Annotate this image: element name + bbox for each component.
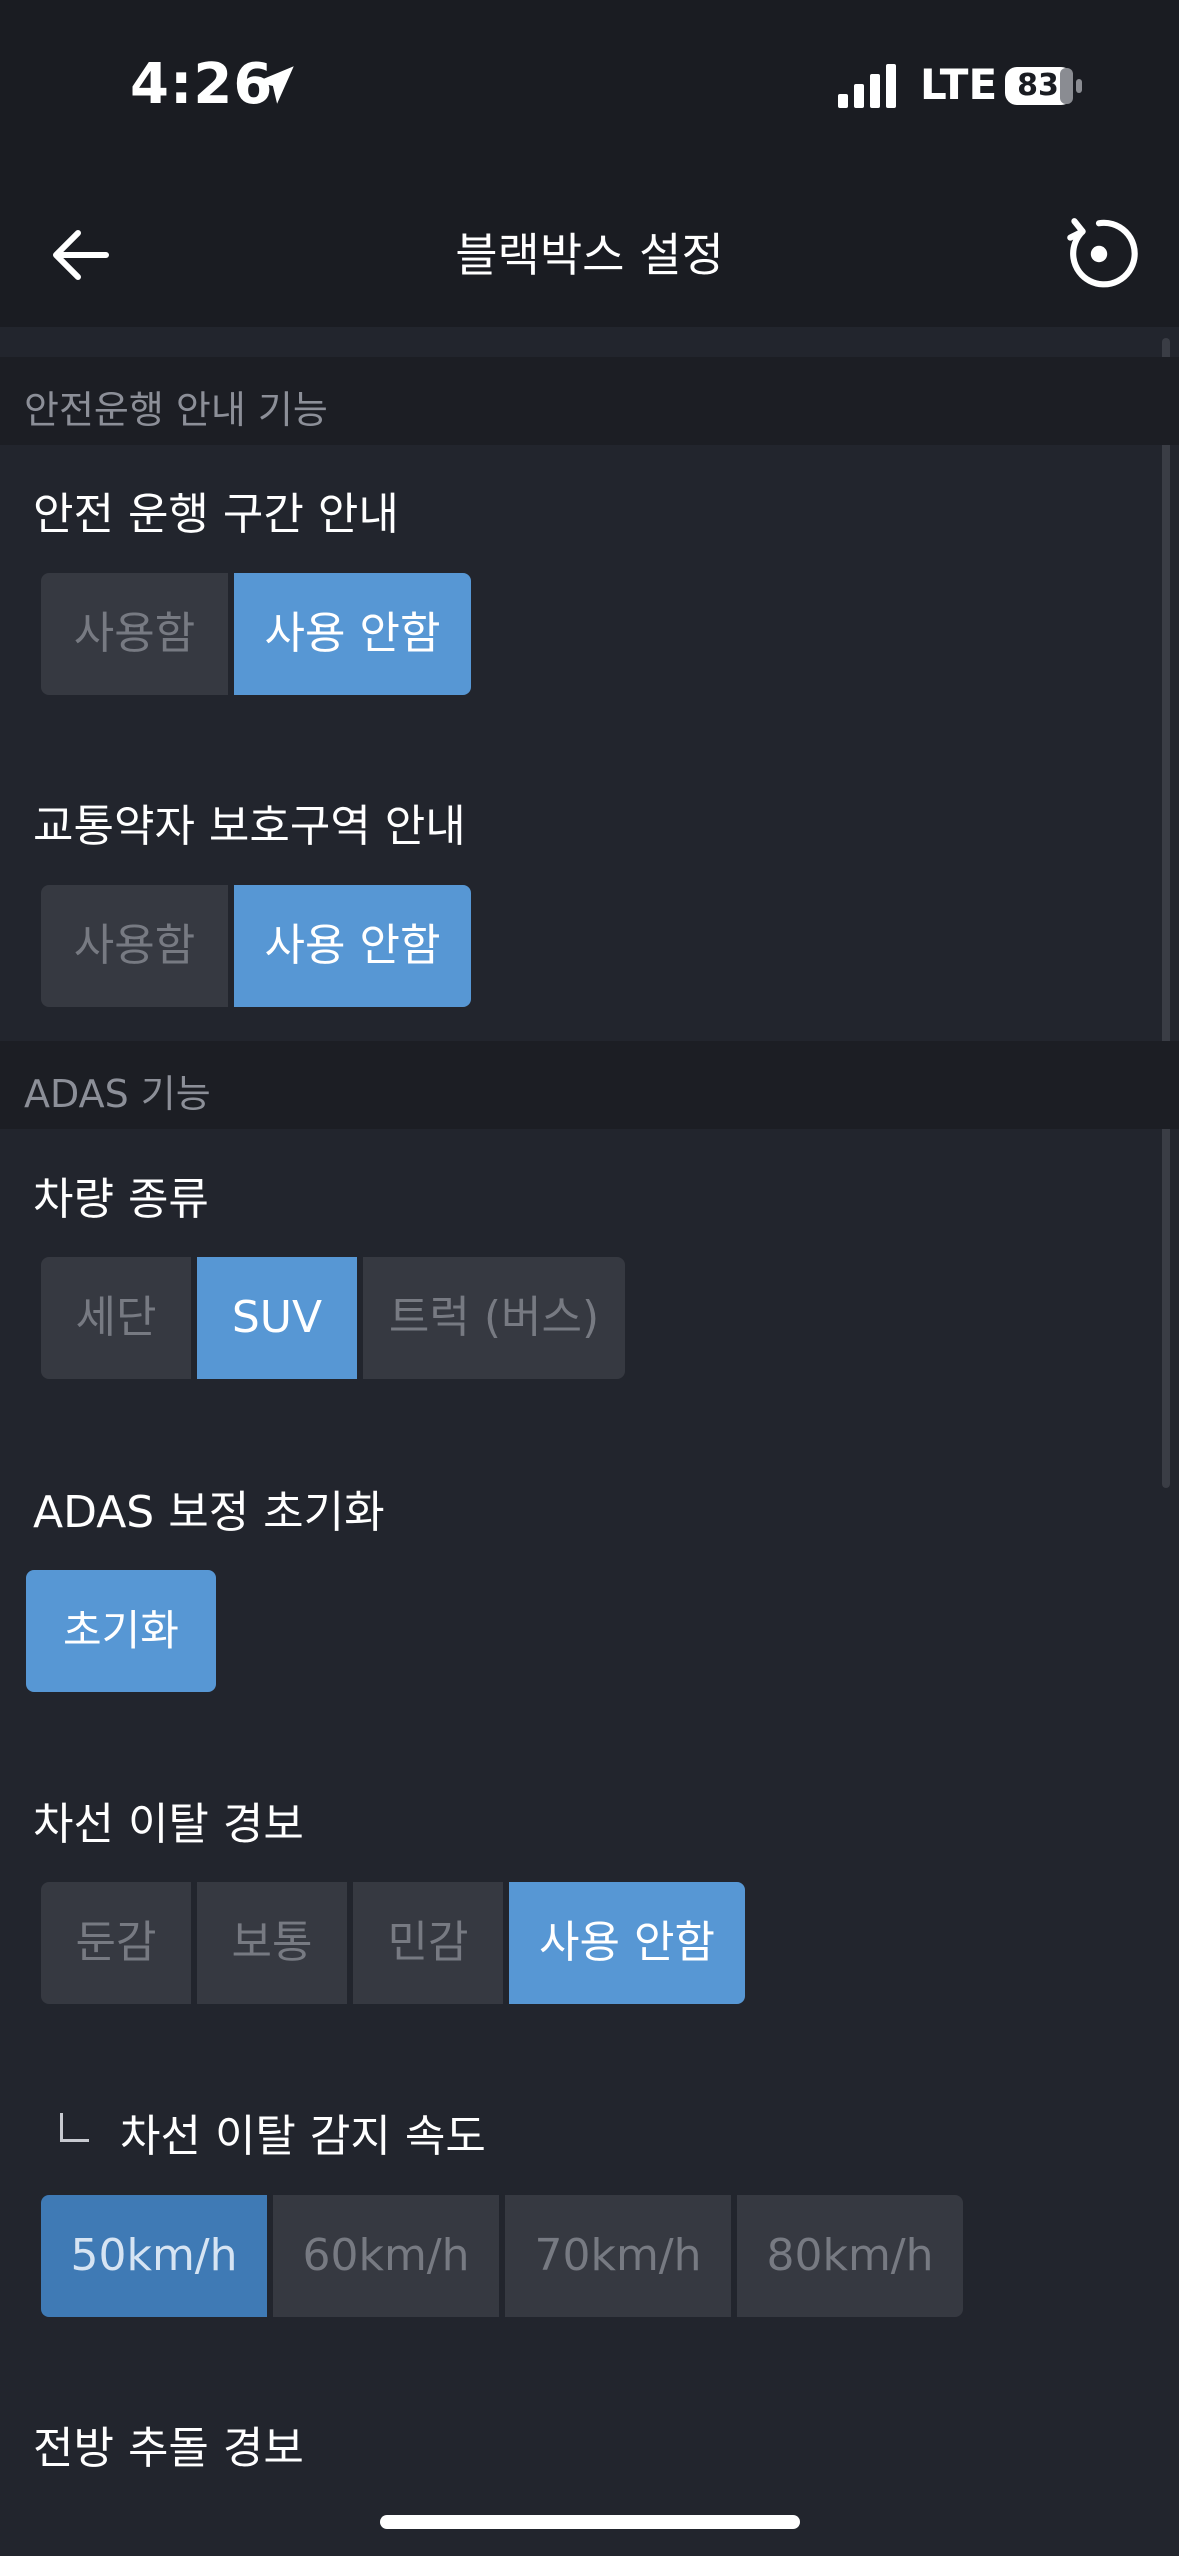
protect-zone-off-button[interactable]: 사용 안함	[234, 885, 471, 1007]
home-indicator	[380, 2515, 800, 2529]
speed-50-button[interactable]: 50km/h	[41, 2195, 267, 2317]
forward-collision-label: 전방 추돌 경보	[33, 2423, 304, 2474]
protect-zone-label: 교통약자 보호구역 안내	[33, 801, 466, 852]
section-title: ADAS 기능	[24, 1072, 211, 1116]
lane-speed-label: 차선 이탈 감지 속도	[120, 2111, 486, 2162]
refresh-icon[interactable]	[1058, 213, 1140, 295]
section-header-adas: ADAS 기능	[0, 1041, 1179, 1129]
cellular-signal-icon	[838, 64, 896, 108]
adas-reset-button[interactable]: 초기화	[26, 1570, 216, 1692]
page-title: 블랙박스 설정	[455, 228, 724, 282]
vehicle-suv-button[interactable]: SUV	[197, 1257, 357, 1379]
safe-zone-label: 안전 운행 구간 안내	[33, 489, 399, 540]
sub-item-corner-icon	[60, 2113, 89, 2142]
lane-departure-label: 차선 이탈 경보	[33, 1799, 304, 1850]
section-header-safe-driving: 안전운행 안내 기능	[0, 357, 1179, 445]
protect-zone-on-button[interactable]: 사용함	[41, 885, 228, 1007]
safe-zone-segment: 사용함 사용 안함	[41, 573, 471, 695]
safe-zone-off-button[interactable]: 사용 안함	[234, 573, 471, 695]
section-title: 안전운행 안내 기능	[24, 388, 328, 432]
lane-departure-off-button[interactable]: 사용 안함	[509, 1882, 745, 2004]
scrollbar[interactable]	[1162, 338, 1170, 1488]
lane-speed-segment: 50km/h 60km/h 70km/h 80km/h	[41, 2195, 963, 2317]
safe-zone-on-button[interactable]: 사용함	[41, 573, 228, 695]
lane-sensitivity-low-button[interactable]: 둔감	[41, 1882, 191, 2004]
lane-sensitivity-high-button[interactable]: 민감	[353, 1882, 503, 2004]
protect-zone-segment: 사용함 사용 안함	[41, 885, 471, 1007]
lane-departure-segment: 둔감 보통 민감 사용 안함	[41, 1882, 745, 2004]
network-type: LTE	[920, 60, 998, 109]
speed-70-button[interactable]: 70km/h	[505, 2195, 731, 2317]
battery-level: 83	[1017, 68, 1059, 103]
speed-60-button[interactable]: 60km/h	[273, 2195, 499, 2317]
vehicle-truck-button[interactable]: 트럭 (버스)	[363, 1257, 625, 1379]
speed-80-button[interactable]: 80km/h	[737, 2195, 963, 2317]
adas-reset-label: ADAS 보정 초기화	[33, 1487, 385, 1538]
vehicle-type-segment: 세단 SUV 트럭 (버스)	[41, 1257, 625, 1379]
navigation-bar: 블랙박스 설정	[0, 175, 1179, 327]
vehicle-type-label: 차량 종류	[33, 1174, 209, 1225]
vehicle-sedan-button[interactable]: 세단	[41, 1257, 191, 1379]
status-bar: 4:26 LTE 83	[0, 0, 1179, 175]
lane-sensitivity-normal-button[interactable]: 보통	[197, 1882, 347, 2004]
location-arrow-icon	[256, 66, 294, 104]
